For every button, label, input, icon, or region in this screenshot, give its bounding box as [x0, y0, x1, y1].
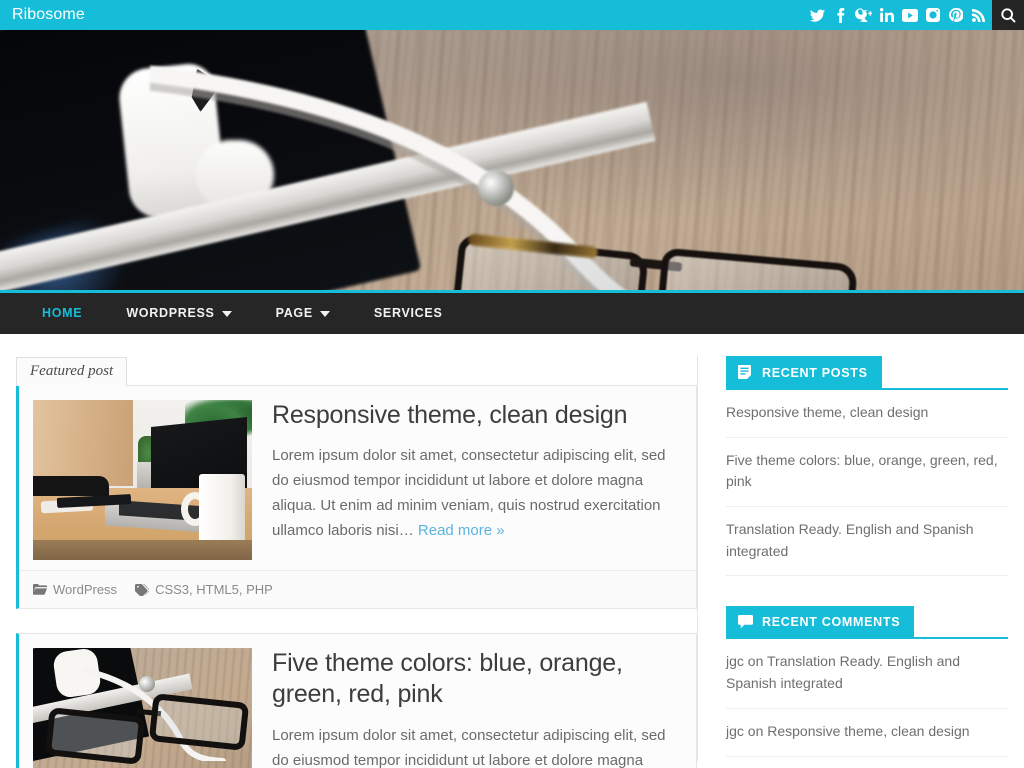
- post-text: Five theme colors: blue, orange, green, …: [252, 648, 682, 768]
- post-meta: WordPress CSS3, HTML5, PHP: [19, 570, 696, 608]
- google-plus-icon[interactable]: [854, 0, 873, 30]
- pinterest-icon[interactable]: [946, 0, 965, 30]
- top-bar: Ribosome: [0, 0, 1024, 30]
- recent-comments-list: jgc on Translation Ready. English and Sp…: [726, 639, 1008, 768]
- widget-recent-posts: Recent Posts Responsive theme, clean des…: [726, 356, 1008, 577]
- folder-icon: [33, 584, 47, 595]
- thumb-chair: [33, 476, 109, 496]
- nav-item-label: Home: [42, 306, 83, 320]
- post-card[interactable]: Responsive theme, clean design Lorem ips…: [16, 385, 697, 609]
- nav-item-wordpress[interactable]: WordPress: [104, 293, 253, 334]
- post-tags[interactable]: CSS3, HTML5, PHP: [135, 582, 273, 597]
- thumb-wall-panel: [33, 400, 133, 486]
- nav-item-label: Services: [373, 306, 443, 320]
- youtube-icon[interactable]: [900, 0, 919, 30]
- recent-posts-list: Responsive theme, clean design Five them…: [726, 390, 1008, 577]
- featured-post-label: Featured post: [16, 357, 128, 386]
- post-body: Responsive theme, clean design Lorem ips…: [19, 386, 696, 570]
- facebook-icon[interactable]: [831, 0, 850, 30]
- post-category[interactable]: WordPress: [33, 582, 117, 597]
- post-text: Responsive theme, clean design Lorem ips…: [252, 400, 682, 560]
- post-title[interactable]: Responsive theme, clean design: [272, 400, 682, 431]
- main-navigation: Home WordPress Page Services: [0, 293, 1024, 334]
- post-list-icon: [738, 365, 751, 379]
- comment-bubble-icon: [738, 615, 753, 629]
- nav-item-services[interactable]: Services: [352, 293, 465, 334]
- post-body: Five theme colors: blue, orange, green, …: [19, 634, 696, 768]
- chevron-down-icon: [221, 310, 232, 317]
- post-card[interactable]: Five theme colors: blue, orange, green, …: [16, 633, 697, 768]
- widget-recent-comments: Recent Comments jgc on Translation Ready…: [726, 606, 1008, 768]
- hero-photo: [0, 30, 1024, 293]
- list-item[interactable]: Five theme colors: blue, orange, green, …: [726, 438, 1008, 508]
- list-item[interactable]: Translation Ready. English and Spanish i…: [726, 507, 1008, 577]
- linkedin-icon[interactable]: [877, 0, 896, 30]
- sidebar: Recent Posts Responsive theme, clean des…: [698, 334, 1008, 761]
- hero-accent-line: [0, 290, 1024, 293]
- hero-glasses-lens-right: [654, 247, 858, 293]
- widget-title: Recent Comments: [726, 606, 915, 638]
- hero-image: [0, 30, 1024, 293]
- list-item[interactable]: jgc on Responsive theme, clean design: [726, 709, 1008, 757]
- social-links: [808, 0, 1024, 30]
- thumb-glasses-lens-right: [148, 693, 250, 751]
- site-title[interactable]: Ribosome: [12, 0, 85, 30]
- list-item[interactable]: jgc on Translation Ready. English and Sp…: [726, 639, 1008, 709]
- rss-icon[interactable]: [969, 0, 988, 30]
- post-category-label: WordPress: [53, 582, 118, 597]
- widget-title-label: Recent Posts: [762, 365, 868, 380]
- post-excerpt: Lorem ipsum dolor sit amet, consectetur …: [272, 443, 682, 543]
- widget-title-label: Recent Comments: [762, 615, 901, 630]
- nav-item-home[interactable]: Home: [20, 293, 104, 334]
- thumb-mug: [199, 474, 245, 548]
- thumb-glasses-lens-left: [44, 707, 146, 765]
- chevron-down-icon: [319, 310, 330, 317]
- list-item[interactable]: jgc on Five theme colors: blue, orange, …: [726, 757, 1008, 768]
- content-column: Featured post Responsive theme, clean de…: [16, 334, 697, 768]
- hero-metal-ring: [478, 170, 514, 206]
- read-more-link[interactable]: Read more »: [418, 522, 505, 539]
- post-title[interactable]: Five theme colors: blue, orange, green, …: [272, 648, 682, 711]
- widget-title: Recent Posts: [726, 356, 882, 388]
- post-thumbnail[interactable]: [33, 400, 252, 560]
- widget-header: Recent Comments: [726, 606, 1008, 640]
- widget-header: Recent Posts: [726, 356, 1008, 390]
- post-excerpt: Lorem ipsum dolor sit amet, consectetur …: [272, 726, 666, 768]
- list-item[interactable]: Responsive theme, clean design: [726, 390, 1008, 438]
- nav-item-label: Page: [275, 306, 313, 320]
- post-thumbnail[interactable]: [33, 648, 252, 768]
- nav-item-page[interactable]: Page: [254, 293, 352, 334]
- post-tags-label: CSS3, HTML5, PHP: [155, 582, 273, 597]
- twitter-icon[interactable]: [808, 0, 827, 30]
- search-button[interactable]: [992, 0, 1024, 30]
- nav-item-label: WordPress: [126, 306, 215, 320]
- page-body: Featured post Responsive theme, clean de…: [0, 334, 1024, 768]
- instagram-icon[interactable]: [923, 0, 942, 30]
- thumb-desk-front: [33, 540, 252, 560]
- hero-glasses: [448, 226, 868, 293]
- tag-icon: [135, 583, 150, 596]
